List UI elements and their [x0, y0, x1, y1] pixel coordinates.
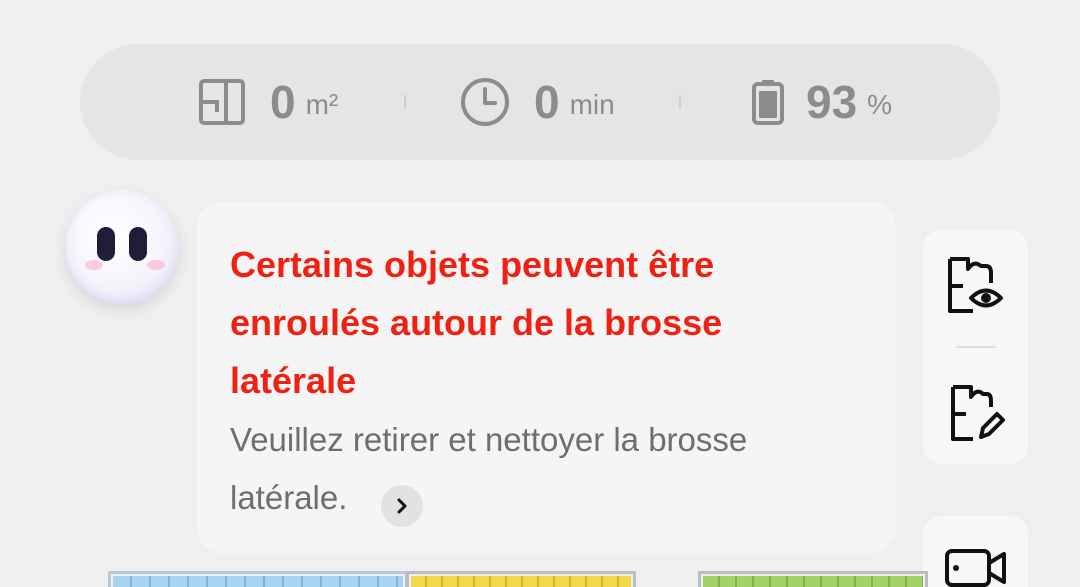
avatar-eye [129, 227, 147, 261]
video-button[interactable] [941, 534, 1011, 587]
battery-stat: 93 % [752, 44, 892, 160]
map-room [698, 571, 928, 587]
time-value: 0 [534, 76, 560, 128]
chevron-right-icon [397, 498, 407, 514]
alert-body-text: Veuillez retirer et nettoyer la brosse l… [230, 421, 748, 516]
map-room [108, 571, 408, 587]
area-value: 0 [270, 76, 296, 128]
avatar-cheek [85, 260, 103, 270]
avatar-eye [97, 227, 115, 261]
battery-icon [752, 80, 784, 125]
divider [679, 95, 681, 109]
avatar-cheek [147, 260, 165, 270]
alert-title: Certains objets peuvent être enroulés au… [230, 244, 723, 401]
floor-plan-icon [199, 79, 245, 125]
battery-value: 93 [806, 76, 858, 128]
video-camera-icon [945, 549, 1006, 587]
assistant-avatar [65, 190, 179, 304]
time-unit: min [569, 89, 615, 120]
details-button[interactable] [381, 485, 424, 527]
cleaning-map[interactable] [108, 571, 928, 587]
map-edit-icon [951, 385, 1005, 441]
camera-panel [923, 516, 1028, 587]
edit-map-button[interactable] [941, 378, 1011, 448]
divider [956, 346, 996, 348]
map-view-icon [948, 257, 1003, 313]
view-map-button[interactable] [941, 250, 1011, 320]
area-unit: m² [305, 89, 339, 120]
clock-icon [461, 78, 509, 126]
divider [404, 95, 406, 109]
alert-body: Veuillez retirer et nettoyer la brosse l… [230, 411, 850, 527]
alert-message-card[interactable]: Certains objets peuvent être enroulés au… [197, 202, 896, 553]
map-actions-panel [923, 230, 1028, 464]
status-bar: 0 m² 0 min 93 % [80, 44, 1000, 160]
battery-unit: % [867, 89, 893, 120]
time-stat: 0 min [460, 44, 615, 160]
area-stat: 0 m² [198, 44, 338, 160]
map-room [406, 571, 636, 587]
